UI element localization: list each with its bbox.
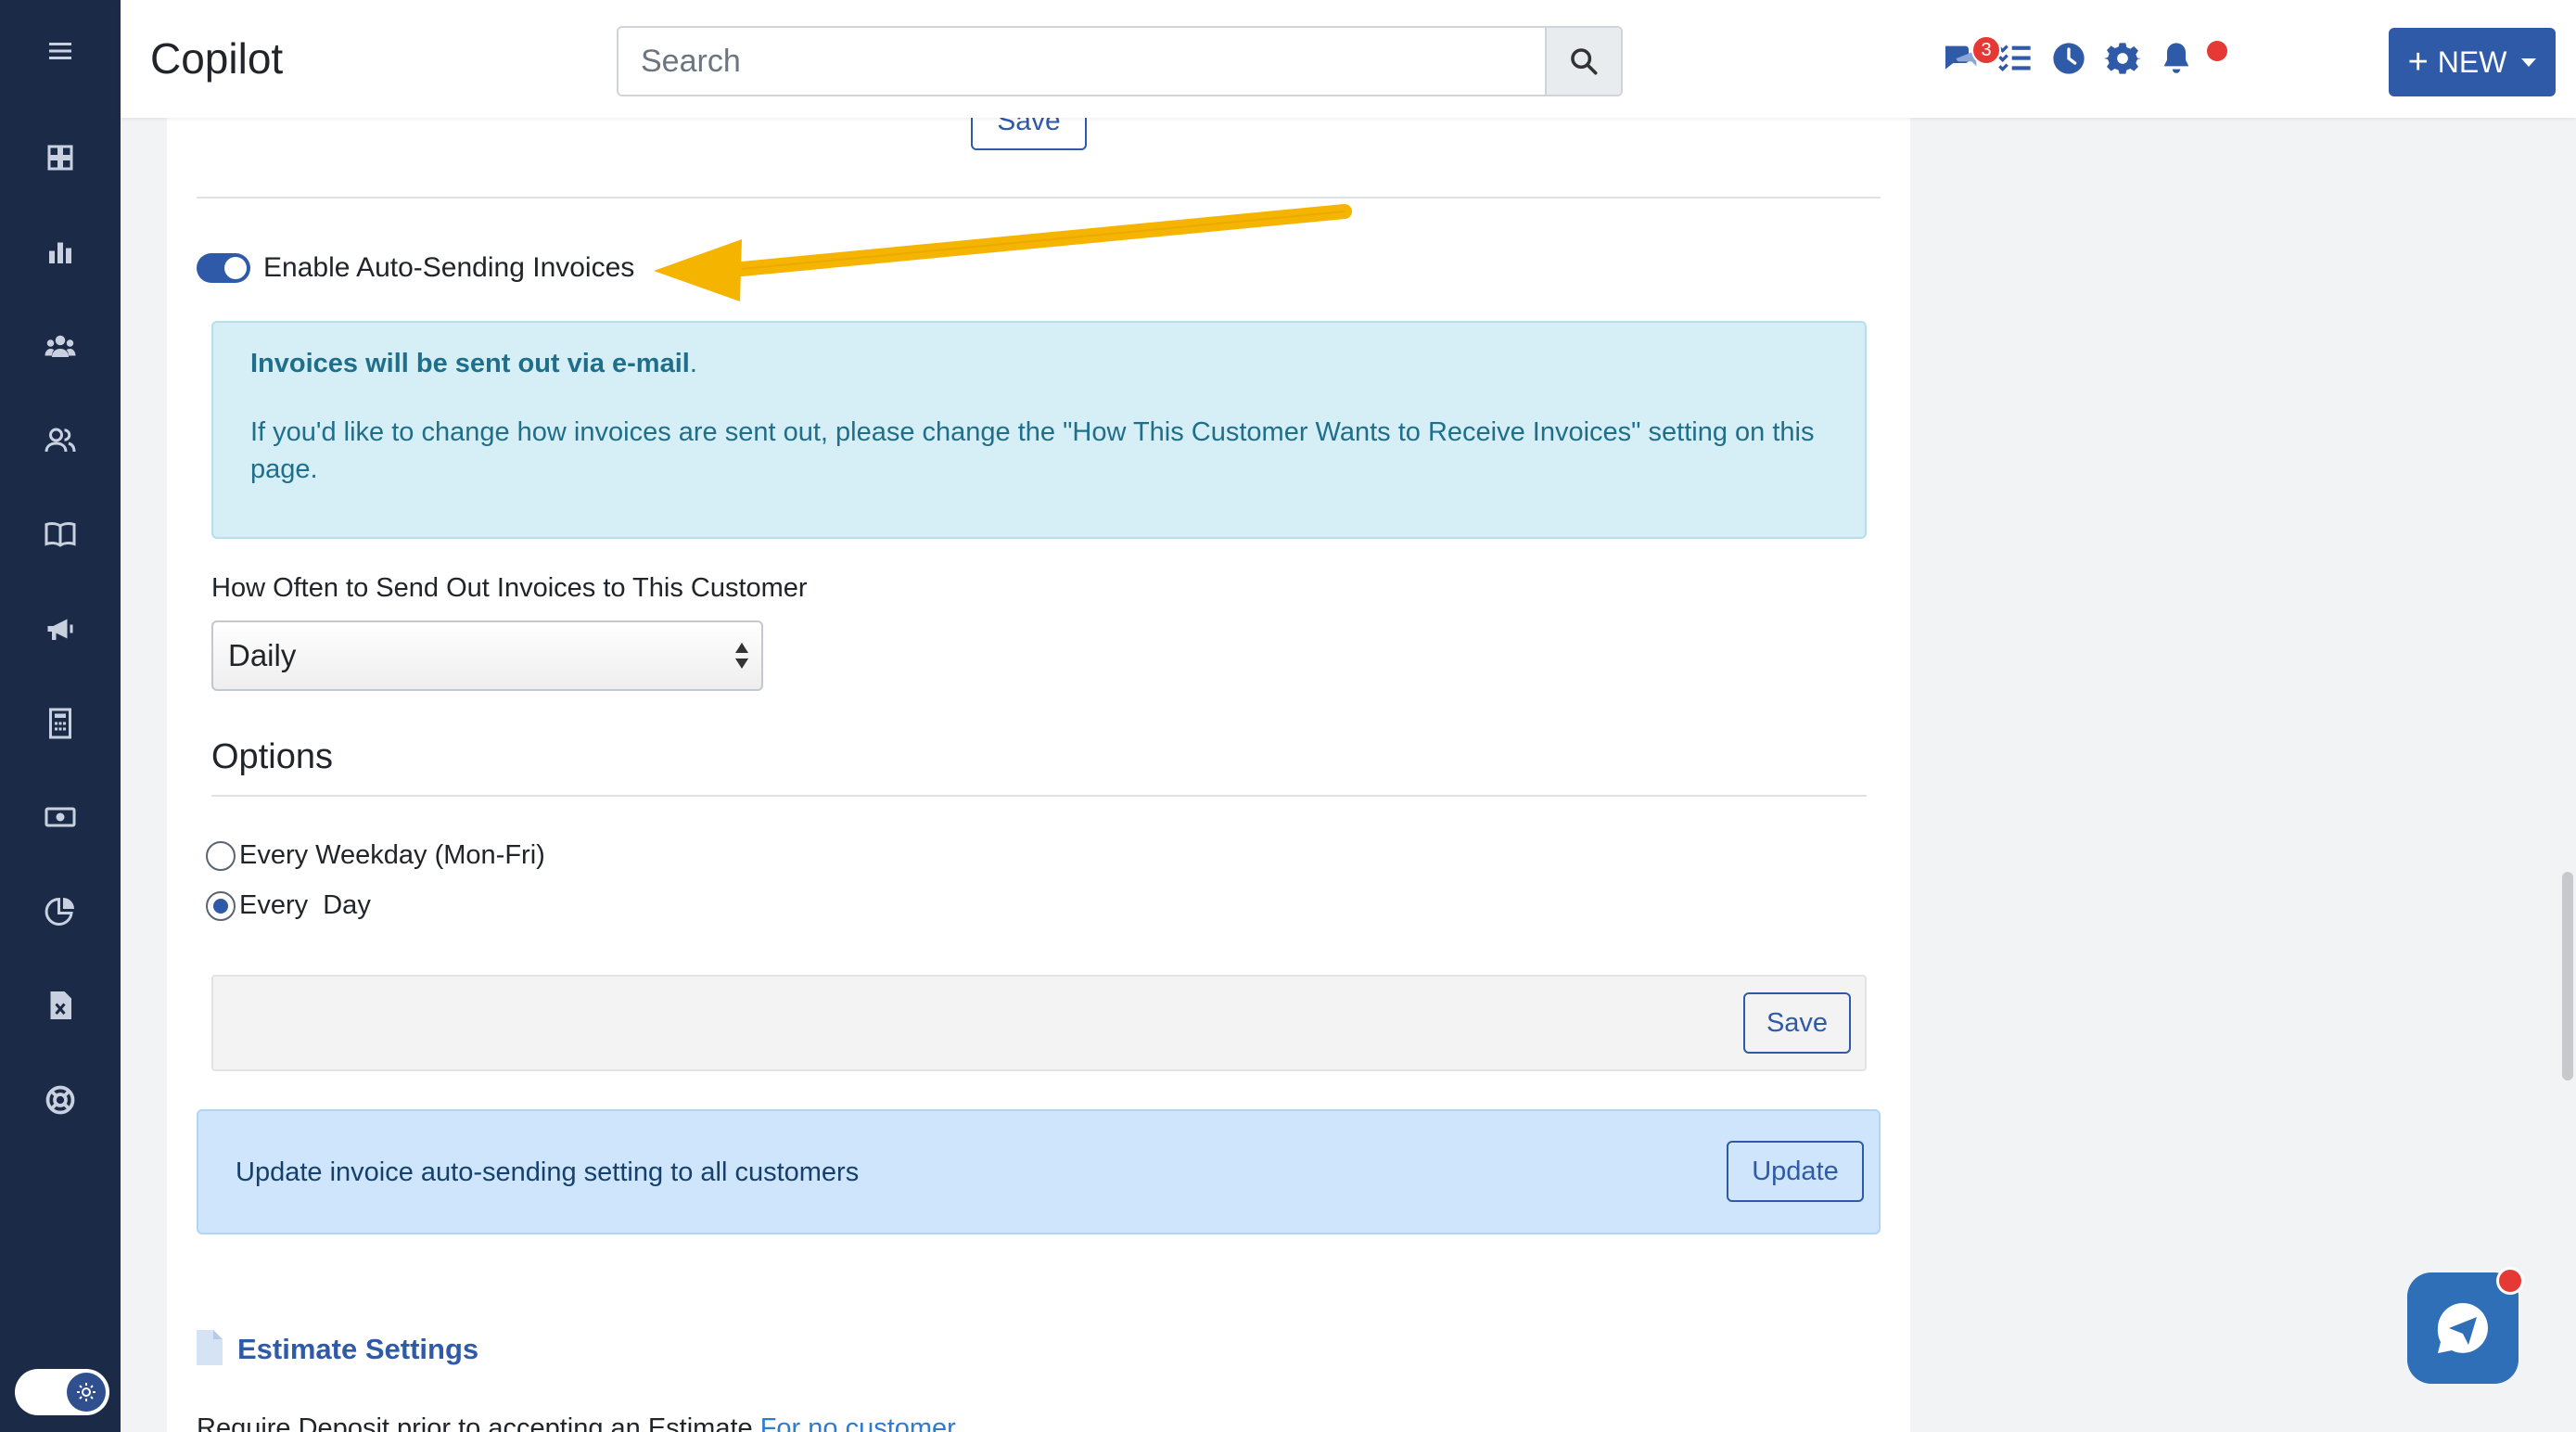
search-button[interactable] <box>1545 28 1621 95</box>
users-icon[interactable] <box>0 408 121 473</box>
marketing-icon[interactable] <box>0 596 121 661</box>
app-title: Copilot <box>150 34 284 83</box>
save-bar: Save <box>211 975 1867 1071</box>
frequency-select[interactable]: Daily <box>211 620 763 691</box>
plus-icon: + <box>2407 43 2429 82</box>
option-everyday[interactable]: Every Day <box>206 890 371 921</box>
dashboard-icon[interactable] <box>0 125 121 190</box>
radio-everyday[interactable] <box>206 890 236 921</box>
new-button-label: NEW <box>2437 45 2507 79</box>
section-divider <box>197 197 1881 198</box>
select-arrows-icon <box>735 643 748 672</box>
option-everyday-label: Every Day <box>239 890 371 920</box>
estimate-settings-title: Estimate Settings <box>237 1333 479 1365</box>
info-body: If you'd like to change how invoices are… <box>250 417 1815 484</box>
sun-icon <box>67 1373 106 1412</box>
search-icon <box>1571 48 1598 75</box>
book-icon[interactable] <box>0 502 121 567</box>
update-all-alert: Update invoice auto-sending setting to a… <box>197 1109 1881 1234</box>
customers-icon[interactable] <box>0 313 121 378</box>
email-info-alert: Invoices will be sent out via e-mail. If… <box>211 321 1867 539</box>
auto-send-toggle-label: Enable Auto-Sending Invoices <box>263 252 635 283</box>
support-icon[interactable] <box>0 1068 121 1132</box>
deposit-text: Require Deposit prior to accepting an Es… <box>197 1413 753 1432</box>
calculator-icon[interactable] <box>0 691 121 756</box>
save-button[interactable]: Save <box>1743 992 1851 1054</box>
notification-dot <box>2207 41 2227 61</box>
radio-weekday[interactable] <box>206 840 236 871</box>
excel-file-icon[interactable] <box>0 973 121 1038</box>
options-heading: Options <box>211 737 333 776</box>
update-all-text: Update invoice auto-sending setting to a… <box>236 1157 860 1187</box>
search-input[interactable] <box>618 28 1546 95</box>
bell-icon[interactable] <box>2155 37 2198 80</box>
chart-pie-icon[interactable] <box>0 879 121 944</box>
option-weekday[interactable]: Every Weekday (Mon-Fri) <box>206 840 545 871</box>
deposit-row: Require Deposit prior to accepting an Es… <box>197 1413 956 1432</box>
chat-badge: 3 <box>1971 35 2001 65</box>
gear-icon[interactable] <box>2101 37 2144 80</box>
option-weekday-label: Every Weekday (Mon-Fri) <box>239 840 545 870</box>
deposit-link[interactable]: For no customer <box>760 1413 956 1432</box>
info-heading: Invoices will be sent out via e-mail. <box>250 349 697 379</box>
caret-down-icon <box>2521 58 2537 67</box>
menu-icon[interactable] <box>0 19 121 83</box>
options-divider <box>211 795 1867 797</box>
page-scrollbar[interactable] <box>2559 0 2576 1432</box>
auto-send-toggle[interactable] <box>197 253 250 283</box>
sidebar <box>0 0 121 1432</box>
clock-icon[interactable] <box>2047 37 2090 80</box>
theme-toggle[interactable] <box>15 1369 109 1415</box>
tasks-icon[interactable] <box>1994 37 2036 80</box>
new-button[interactable]: + NEW <box>2389 28 2556 96</box>
scrollbar-thumb[interactable] <box>2562 872 2573 1080</box>
payments-icon[interactable] <box>0 785 121 850</box>
chat-notification-dot <box>2496 1267 2524 1295</box>
frequency-label: How Often to Send Out Invoices to This C… <box>211 573 808 603</box>
reports-icon[interactable] <box>0 220 121 285</box>
info-suffix: . <box>689 349 697 378</box>
frequency-value: Daily <box>228 638 297 672</box>
toggle-knob <box>224 257 247 279</box>
search-bar <box>617 26 1623 96</box>
document-icon <box>197 1330 223 1365</box>
info-bold-text: Invoices will be sent out via e-mail <box>250 349 690 378</box>
send-message-icon <box>2437 1302 2488 1353</box>
top-header: Copilot + NEW C <box>121 0 2576 118</box>
update-button[interactable]: Update <box>1727 1141 1864 1202</box>
